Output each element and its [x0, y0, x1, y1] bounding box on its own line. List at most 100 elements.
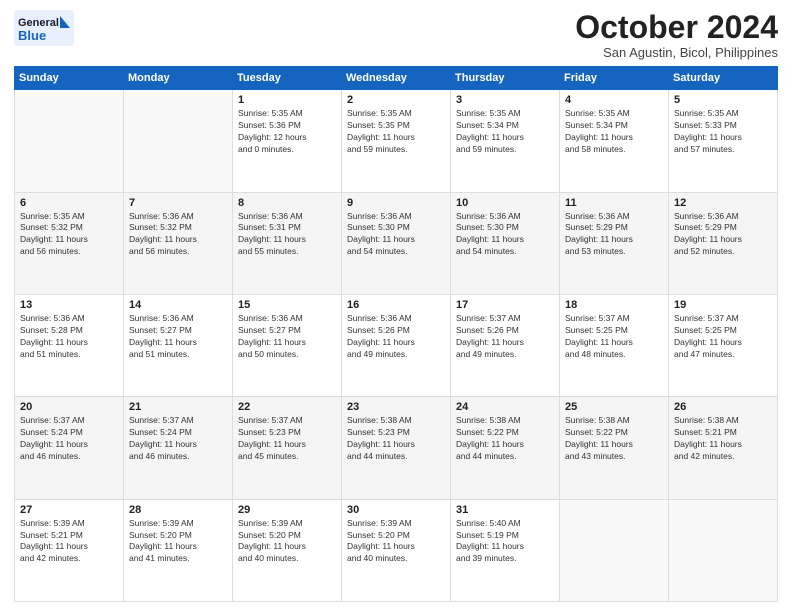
day-info: Sunrise: 5:36 AMSunset: 5:27 PMDaylight:…: [129, 313, 227, 361]
calendar-cell: 19Sunrise: 5:37 AMSunset: 5:25 PMDayligh…: [669, 294, 778, 396]
week-row-4: 20 Sunrise: 5:37 AMSunset: 5:24 PMDayligh…: [15, 397, 778, 499]
day-number: 12: [674, 197, 772, 209]
calendar-cell: 18Sunrise: 5:37 AMSunset: 5:25 PMDayligh…: [560, 294, 669, 396]
day-number: 2: [347, 94, 445, 106]
day-info: Sunrise: 5:37 AMSunset: 5:25 PMDaylight:…: [565, 313, 663, 361]
day-info: Sunrise: 5:36 AMSunset: 5:32 PMDaylight:…: [129, 211, 227, 259]
day-info: Sunrise: 5:36 AMSunset: 5:29 PMDaylight:…: [565, 211, 663, 259]
day-number: 9: [347, 197, 445, 209]
day-number: 10: [456, 197, 554, 209]
day-number: 6: [20, 197, 118, 209]
calendar-cell: [15, 90, 124, 192]
day-number: 27: [20, 504, 118, 516]
day-info: Sunrise: 5:35 AMSunset: 5:32 PMDaylight:…: [20, 211, 118, 259]
day-info: Sunrise: 5:35 AMSunset: 5:33 PMDaylight:…: [674, 108, 772, 156]
calendar-cell: 23 Sunrise: 5:38 AMSunset: 5:23 PMDayligh…: [342, 397, 451, 499]
calendar-cell: 20 Sunrise: 5:37 AMSunset: 5:24 PMDayligh…: [15, 397, 124, 499]
day-number: 22: [238, 401, 336, 413]
day-number: 30: [347, 504, 445, 516]
calendar-cell: 5 Sunrise: 5:35 AMSunset: 5:33 PMDaylight…: [669, 90, 778, 192]
calendar-cell: 30 Sunrise: 5:39 AMSunset: 5:20 PMDayligh…: [342, 499, 451, 601]
weekday-header-thursday: Thursday: [451, 67, 560, 90]
calendar-cell: 6 Sunrise: 5:35 AMSunset: 5:32 PMDaylight…: [15, 192, 124, 294]
day-number: 17: [456, 299, 554, 311]
day-info: Sunrise: 5:36 AMSunset: 5:26 PMDaylight:…: [347, 313, 445, 361]
logo: GeneralBlue: [14, 10, 74, 46]
week-row-3: 13 Sunrise: 5:36 AMSunset: 5:28 PMDayligh…: [15, 294, 778, 396]
day-number: 24: [456, 401, 554, 413]
calendar-cell: 4 Sunrise: 5:35 AMSunset: 5:34 PMDaylight…: [560, 90, 669, 192]
day-number: 21: [129, 401, 227, 413]
day-info: Sunrise: 5:40 AMSunset: 5:19 PMDaylight:…: [456, 518, 554, 566]
day-info: Sunrise: 5:35 AMSunset: 5:36 PMDaylight:…: [238, 108, 336, 156]
day-info: Sunrise: 5:35 AMSunset: 5:34 PMDaylight:…: [456, 108, 554, 156]
day-info: Sunrise: 5:35 AMSunset: 5:34 PMDaylight:…: [565, 108, 663, 156]
calendar-cell: 12 Sunrise: 5:36 AMSunset: 5:29 PMDayligh…: [669, 192, 778, 294]
day-number: 4: [565, 94, 663, 106]
day-info: Sunrise: 5:38 AMSunset: 5:23 PMDaylight:…: [347, 415, 445, 463]
day-info: Sunrise: 5:37 AMSunset: 5:24 PMDaylight:…: [129, 415, 227, 463]
day-info: Sunrise: 5:37 AMSunset: 5:26 PMDaylight:…: [456, 313, 554, 361]
calendar-cell: 14Sunrise: 5:36 AMSunset: 5:27 PMDayligh…: [124, 294, 233, 396]
calendar-cell: 24 Sunrise: 5:38 AMSunset: 5:22 PMDayligh…: [451, 397, 560, 499]
calendar-cell: 28 Sunrise: 5:39 AMSunset: 5:20 PMDayligh…: [124, 499, 233, 601]
weekday-header-row: SundayMondayTuesdayWednesdayThursdayFrid…: [15, 67, 778, 90]
weekday-header-wednesday: Wednesday: [342, 67, 451, 90]
calendar-cell: 25 Sunrise: 5:38 AMSunset: 5:22 PMDayligh…: [560, 397, 669, 499]
location-subtitle: San Agustin, Bicol, Philippines: [575, 45, 778, 60]
page: GeneralBlue October 2024 San Agustin, Bi…: [0, 0, 792, 612]
weekday-header-monday: Monday: [124, 67, 233, 90]
weekday-header-tuesday: Tuesday: [233, 67, 342, 90]
day-number: 28: [129, 504, 227, 516]
day-info: Sunrise: 5:38 AMSunset: 5:21 PMDaylight:…: [674, 415, 772, 463]
logo-svg: GeneralBlue: [14, 10, 74, 46]
day-info: Sunrise: 5:39 AMSunset: 5:20 PMDaylight:…: [347, 518, 445, 566]
month-title: October 2024: [575, 10, 778, 45]
calendar-cell: 21 Sunrise: 5:37 AMSunset: 5:24 PMDayligh…: [124, 397, 233, 499]
day-info: Sunrise: 5:38 AMSunset: 5:22 PMDaylight:…: [456, 415, 554, 463]
calendar-cell: 15 Sunrise: 5:36 AMSunset: 5:27 PMDayligh…: [233, 294, 342, 396]
calendar-cell: [124, 90, 233, 192]
day-number: 25: [565, 401, 663, 413]
calendar-cell: 31 Sunrise: 5:40 AMSunset: 5:19 PMDayligh…: [451, 499, 560, 601]
svg-text:Blue: Blue: [18, 28, 46, 43]
calendar-cell: 7Sunrise: 5:36 AMSunset: 5:32 PMDaylight…: [124, 192, 233, 294]
week-row-5: 27Sunrise: 5:39 AMSunset: 5:21 PMDayligh…: [15, 499, 778, 601]
day-info: Sunrise: 5:37 AMSunset: 5:24 PMDaylight:…: [20, 415, 118, 463]
calendar-cell: 8Sunrise: 5:36 AMSunset: 5:31 PMDaylight…: [233, 192, 342, 294]
day-number: 20: [20, 401, 118, 413]
day-info: Sunrise: 5:37 AMSunset: 5:25 PMDaylight:…: [674, 313, 772, 361]
day-number: 15: [238, 299, 336, 311]
day-number: 16: [347, 299, 445, 311]
day-number: 23: [347, 401, 445, 413]
day-number: 1: [238, 94, 336, 106]
day-info: Sunrise: 5:38 AMSunset: 5:22 PMDaylight:…: [565, 415, 663, 463]
title-block: October 2024 San Agustin, Bicol, Philipp…: [575, 10, 778, 60]
day-number: 31: [456, 504, 554, 516]
day-info: Sunrise: 5:36 AMSunset: 5:30 PMDaylight:…: [347, 211, 445, 259]
day-info: Sunrise: 5:36 AMSunset: 5:29 PMDaylight:…: [674, 211, 772, 259]
day-info: Sunrise: 5:39 AMSunset: 5:20 PMDaylight:…: [129, 518, 227, 566]
header: GeneralBlue October 2024 San Agustin, Bi…: [14, 10, 778, 60]
day-info: Sunrise: 5:37 AMSunset: 5:23 PMDaylight:…: [238, 415, 336, 463]
day-number: 3: [456, 94, 554, 106]
day-info: Sunrise: 5:36 AMSunset: 5:27 PMDaylight:…: [238, 313, 336, 361]
calendar-cell: 13 Sunrise: 5:36 AMSunset: 5:28 PMDayligh…: [15, 294, 124, 396]
day-number: 26: [674, 401, 772, 413]
day-number: 29: [238, 504, 336, 516]
calendar-cell: 22 Sunrise: 5:37 AMSunset: 5:23 PMDayligh…: [233, 397, 342, 499]
day-number: 13: [20, 299, 118, 311]
day-number: 5: [674, 94, 772, 106]
calendar-cell: [560, 499, 669, 601]
day-info: Sunrise: 5:35 AMSunset: 5:35 PMDaylight:…: [347, 108, 445, 156]
calendar-cell: 2 Sunrise: 5:35 AMSunset: 5:35 PMDaylight…: [342, 90, 451, 192]
calendar-cell: 1 Sunrise: 5:35 AMSunset: 5:36 PMDaylight…: [233, 90, 342, 192]
weekday-header-sunday: Sunday: [15, 67, 124, 90]
day-info: Sunrise: 5:36 AMSunset: 5:28 PMDaylight:…: [20, 313, 118, 361]
calendar-cell: 27Sunrise: 5:39 AMSunset: 5:21 PMDayligh…: [15, 499, 124, 601]
calendar-cell: [669, 499, 778, 601]
calendar-cell: 17 Sunrise: 5:37 AMSunset: 5:26 PMDayligh…: [451, 294, 560, 396]
calendar-table: SundayMondayTuesdayWednesdayThursdayFrid…: [14, 66, 778, 602]
day-info: Sunrise: 5:39 AMSunset: 5:20 PMDaylight:…: [238, 518, 336, 566]
calendar-cell: 3 Sunrise: 5:35 AMSunset: 5:34 PMDaylight…: [451, 90, 560, 192]
